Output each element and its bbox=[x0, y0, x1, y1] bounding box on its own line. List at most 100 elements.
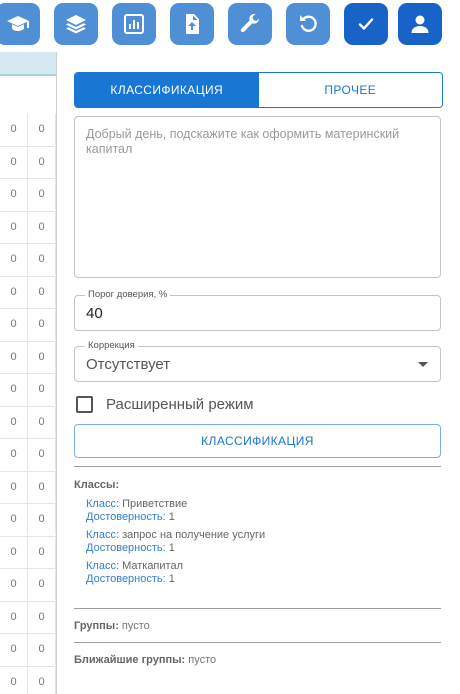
table-cell: 0 bbox=[28, 536, 56, 568]
table-cell: 0 bbox=[28, 114, 56, 146]
query-textarea[interactable]: Добрый день, подскажите как оформить мат… bbox=[74, 116, 441, 278]
nearest-groups-label: Ближайшие группы: bbox=[74, 654, 186, 666]
table-cell: 0 bbox=[0, 601, 28, 633]
file-upload-button[interactable] bbox=[170, 3, 214, 45]
classify-button[interactable]: КЛАССИФИКАЦИЯ bbox=[74, 424, 441, 458]
confidence-key: Достоверность: bbox=[86, 542, 166, 554]
nearest-groups-value: пусто bbox=[188, 654, 217, 666]
groups-label: Группы: bbox=[74, 620, 119, 632]
table-cell: 0 bbox=[28, 146, 56, 178]
table-row: 00 bbox=[0, 406, 56, 439]
table-row: 00 bbox=[0, 244, 56, 277]
table-cell: 0 bbox=[28, 309, 56, 341]
table-row: 00 bbox=[0, 634, 56, 667]
table-row: 00 bbox=[0, 179, 56, 212]
table-cell: 0 bbox=[28, 601, 56, 633]
user-icon bbox=[411, 15, 429, 33]
table-cell: 0 bbox=[28, 406, 56, 438]
correction-value: Отсутствует bbox=[86, 356, 171, 373]
groups-line: Группы: пусто bbox=[74, 620, 150, 632]
confirm-button[interactable] bbox=[344, 3, 388, 45]
undo-icon bbox=[300, 15, 317, 32]
table-row: 00 bbox=[0, 504, 56, 537]
divider bbox=[74, 642, 441, 643]
top-toolbar bbox=[0, 0, 460, 52]
mode-tabs: КЛАССИФИКАЦИЯ ПРОЧЕЕ bbox=[74, 72, 443, 108]
table-row: 00 bbox=[0, 601, 56, 634]
statistics-button[interactable] bbox=[112, 3, 156, 45]
tab-other[interactable]: ПРОЧЕЕ bbox=[258, 73, 442, 107]
dropdown-arrow-icon bbox=[418, 362, 428, 367]
table-cell: 0 bbox=[0, 569, 28, 601]
table-cell: 0 bbox=[0, 374, 28, 406]
extended-mode-checkbox[interactable] bbox=[76, 395, 93, 413]
table-cell: 0 bbox=[28, 179, 56, 211]
table-cell: 0 bbox=[28, 211, 56, 243]
table-cell: 0 bbox=[28, 374, 56, 406]
confidence-value: 1 bbox=[168, 573, 175, 585]
class-name: запрос на получение услуги bbox=[122, 529, 266, 541]
left-table-header-stripe bbox=[0, 52, 56, 76]
class-name: Приветствие bbox=[122, 498, 188, 510]
table-cell: 0 bbox=[28, 439, 56, 471]
table-cell: 0 bbox=[28, 244, 56, 276]
table-cell: 0 bbox=[0, 309, 28, 341]
tab-classification[interactable]: КЛАССИФИКАЦИЯ bbox=[75, 73, 259, 107]
table-row: 00 bbox=[0, 374, 56, 407]
table-cell: 0 bbox=[0, 666, 28, 694]
correction-select[interactable]: Коррекция Отсутствует bbox=[74, 340, 441, 382]
layers-button[interactable] bbox=[54, 3, 98, 45]
result-item: Класс: запрос на получение услуги Достове… bbox=[86, 529, 441, 555]
confidence-key: Достоверность: bbox=[86, 573, 166, 585]
table-cell: 0 bbox=[0, 536, 28, 568]
confidence-threshold-value: 40 bbox=[86, 305, 103, 322]
class-key: Класс: bbox=[86, 529, 119, 541]
class-key: Класс: bbox=[86, 560, 119, 572]
table-cell: 0 bbox=[28, 634, 56, 666]
table-row: 00 bbox=[0, 309, 56, 342]
table-cell: 0 bbox=[0, 406, 28, 438]
left-table-fragment: 000000000000000000000000000000000000 bbox=[0, 52, 56, 694]
table-row: 00 bbox=[0, 666, 56, 694]
extended-mode-label: Расширенный режим bbox=[106, 395, 254, 413]
table-row: 00 bbox=[0, 341, 56, 374]
confidence-value: 1 bbox=[168, 511, 175, 523]
table-cell: 0 bbox=[0, 114, 28, 146]
table-cell: 0 bbox=[28, 471, 56, 503]
table-row: 00 bbox=[0, 211, 56, 244]
settings-button[interactable] bbox=[228, 3, 272, 45]
table-row: 00 bbox=[0, 536, 56, 569]
classification-results: Классы: Класс: Приветствие Достоверность:… bbox=[74, 479, 441, 591]
table-cell: 0 bbox=[0, 146, 28, 178]
table-cell: 0 bbox=[0, 179, 28, 211]
table-row: 00 bbox=[0, 471, 56, 504]
confidence-threshold-field[interactable]: Порог доверия, % 40 bbox=[74, 289, 441, 331]
wrench-icon bbox=[240, 13, 260, 33]
table-row: 00 bbox=[0, 114, 56, 147]
table-cell: 0 bbox=[0, 471, 28, 503]
classification-panel: КЛАССИФИКАЦИЯ ПРОЧЕЕ Добрый день, подска… bbox=[57, 52, 460, 694]
table-cell: 0 bbox=[0, 439, 28, 471]
user-profile-button[interactable] bbox=[398, 3, 442, 45]
bar-chart-icon bbox=[124, 14, 144, 34]
undo-button[interactable] bbox=[286, 3, 330, 45]
table-row: 00 bbox=[0, 146, 56, 179]
class-name: Маткапитал bbox=[122, 560, 183, 572]
result-item: Класс: Приветствие Достоверность: 1 bbox=[86, 498, 441, 524]
nearest-groups-line: Ближайшие группы: пусто bbox=[74, 654, 216, 666]
left-table-rows: 000000000000000000000000000000000000 bbox=[0, 114, 56, 694]
result-item: Класс: Маткапитал Достоверность: 1 bbox=[86, 560, 441, 586]
confidence-value: 1 bbox=[168, 542, 175, 554]
classes-title: Классы: bbox=[74, 479, 120, 491]
layers-icon bbox=[66, 15, 86, 34]
file-upload-icon bbox=[186, 14, 199, 34]
graduation-cap-button[interactable] bbox=[0, 3, 40, 45]
extended-mode-toggle[interactable]: Расширенный режим bbox=[76, 394, 254, 414]
table-cell: 0 bbox=[0, 341, 28, 373]
graduation-cap-icon bbox=[7, 16, 29, 31]
table-cell: 0 bbox=[28, 569, 56, 601]
table-cell: 0 bbox=[28, 276, 56, 308]
divider bbox=[74, 466, 441, 467]
table-cell: 0 bbox=[28, 504, 56, 536]
class-key: Класс: bbox=[86, 498, 119, 510]
